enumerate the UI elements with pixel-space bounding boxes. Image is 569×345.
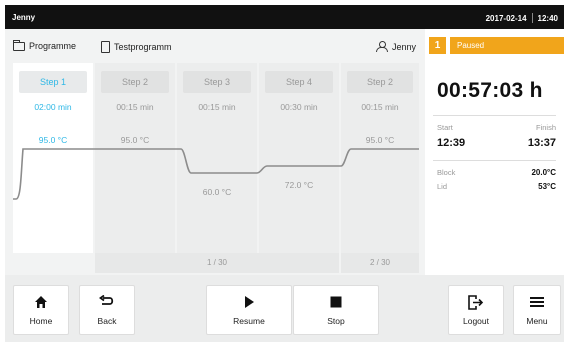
status-datetime: 2017-02-14 12:40 bbox=[486, 13, 558, 23]
logout-button[interactable]: Logout bbox=[448, 285, 504, 335]
block-label: Block bbox=[437, 168, 456, 177]
divider bbox=[433, 160, 556, 161]
run-state-badge: Paused bbox=[450, 37, 564, 54]
block-temperature: 20.0°C bbox=[531, 168, 556, 177]
logout-icon bbox=[449, 294, 503, 310]
logout-label: Logout bbox=[463, 316, 489, 326]
cycle-indicator-1: 1 / 30 bbox=[95, 253, 339, 273]
user-link[interactable]: Jenny bbox=[376, 41, 416, 52]
folder-icon bbox=[13, 39, 25, 51]
status-bar: Jenny 2017-02-14 12:40 bbox=[5, 5, 564, 29]
user-icon bbox=[376, 41, 388, 52]
stop-icon bbox=[294, 295, 378, 309]
cycle-indicator-2: 2 / 30 bbox=[341, 253, 419, 273]
lid-label: Lid bbox=[437, 182, 448, 191]
home-label: Home bbox=[29, 316, 53, 326]
file-icon bbox=[101, 41, 110, 53]
programs-label: Programme bbox=[29, 41, 77, 51]
menu-icon bbox=[514, 295, 560, 309]
device-screen: Jenny 2017-02-14 12:40 Programme Testprog… bbox=[5, 5, 564, 342]
status-date: 2017-02-14 bbox=[485, 14, 527, 23]
temperature-profile-curve bbox=[13, 148, 419, 200]
programs-link[interactable]: Programme bbox=[13, 39, 77, 51]
step-graph: Step 1 02:00 min 95.0 °C Step 2 00:15 mi… bbox=[13, 63, 419, 273]
remaining-time: 00:57:03 h bbox=[437, 79, 543, 102]
play-icon bbox=[207, 295, 291, 309]
finish-label: Finish bbox=[535, 123, 556, 132]
bottom-toolbar: Home Back Resume Stop Logout Menu bbox=[5, 275, 564, 342]
lid-temperature: 53°C bbox=[538, 182, 556, 191]
home-icon bbox=[14, 295, 68, 309]
user-label: Jenny bbox=[392, 41, 417, 52]
menu-button[interactable]: Menu bbox=[513, 285, 561, 335]
home-button[interactable]: Home bbox=[13, 285, 69, 335]
datetime-separator bbox=[531, 13, 533, 23]
finish-time: 13:37 bbox=[527, 137, 556, 149]
program-panel: Programme Testprogramm Jenny Step 1 02:0… bbox=[5, 29, 425, 275]
menu-label: Menu bbox=[526, 316, 548, 326]
run-status-panel: 1 Paused 00:57:03 h Start Finish 12:39 1… bbox=[425, 29, 564, 275]
program-name-link[interactable]: Testprogramm bbox=[101, 41, 172, 53]
status-time: 12:40 bbox=[537, 14, 558, 23]
stop-label: Stop bbox=[327, 316, 345, 326]
back-icon bbox=[80, 295, 134, 309]
resume-button[interactable]: Resume bbox=[206, 285, 292, 335]
resume-label: Resume bbox=[233, 316, 265, 326]
divider bbox=[433, 115, 556, 116]
start-label: Start bbox=[437, 123, 453, 132]
back-label: Back bbox=[97, 316, 117, 326]
stop-button[interactable]: Stop bbox=[293, 285, 379, 335]
status-user: Jenny bbox=[12, 13, 36, 22]
step-number-badge: 1 bbox=[429, 37, 446, 54]
start-time: 12:39 bbox=[437, 137, 466, 149]
program-name: Testprogramm bbox=[114, 42, 172, 52]
program-bar: Programme Testprogramm Jenny bbox=[5, 29, 425, 63]
back-button[interactable]: Back bbox=[79, 285, 135, 335]
